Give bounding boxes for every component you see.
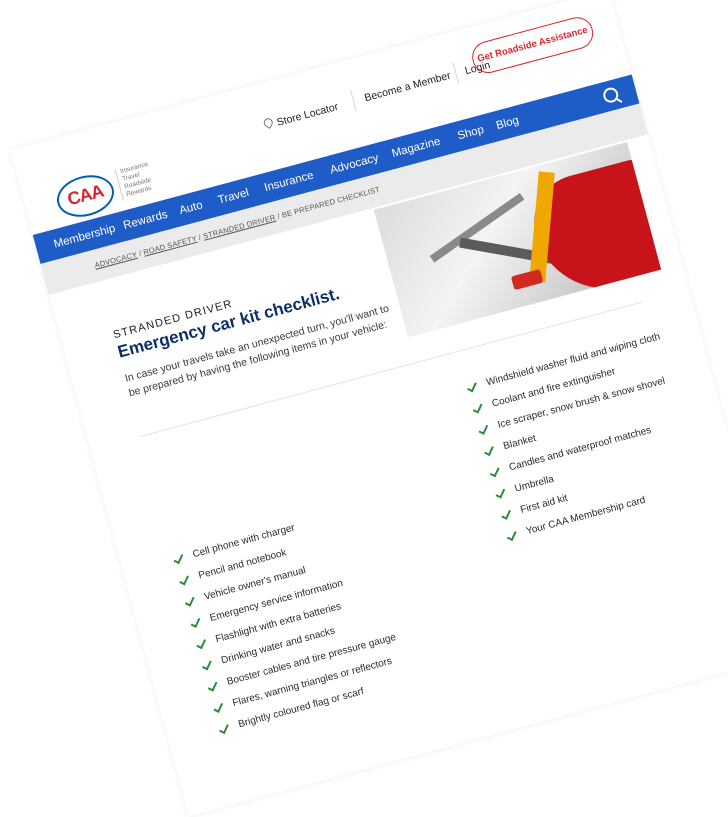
checkmark-icon	[213, 701, 224, 713]
nav-item-magazine[interactable]: Magazine	[391, 136, 442, 160]
store-locator-link[interactable]: Store Locator	[262, 100, 340, 132]
checkmark-icon	[196, 637, 207, 650]
search-icon[interactable]	[601, 85, 620, 105]
nav-item-blog[interactable]: Blog	[495, 115, 520, 133]
checkmark-icon	[467, 380, 477, 393]
logo-tagline: Insurance Travel Roadside Rewards	[114, 160, 156, 201]
nav-item-shop[interactable]: Shop	[456, 124, 485, 143]
checklist-left: Cell phone with charger Pencil and noteb…	[172, 503, 411, 745]
breadcrumb-link-advocacy[interactable]: ADVOCACY	[94, 250, 138, 270]
checkmark-icon	[478, 423, 489, 435]
checkmark-icon	[207, 680, 218, 692]
nav-item-auto[interactable]: Auto	[178, 199, 204, 217]
utility-divider	[452, 62, 460, 84]
page: Store Locator Become a Member Login Get …	[10, 0, 728, 817]
checkmark-icon	[190, 616, 201, 628]
breadcrumb-link-road-safety[interactable]: ROAD SAFETY	[142, 234, 197, 257]
checkmark-icon	[173, 552, 184, 565]
nav-item-insurance[interactable]: Insurance	[263, 170, 315, 195]
get-roadside-assistance-button[interactable]: Get Roadside Assistance	[468, 13, 597, 77]
store-locator-label: Store Locator	[275, 100, 340, 129]
checkmark-icon	[495, 486, 506, 499]
become-member-link[interactable]: Become a Member	[363, 70, 452, 105]
checkmark-icon	[219, 722, 229, 735]
nav-item-rewards[interactable]: Rewards	[122, 209, 169, 232]
checkmark-icon	[202, 658, 212, 671]
checkmark-icon	[472, 401, 483, 414]
hero-clip-shape	[510, 268, 544, 291]
checklist-right: Windshield washer fluid and wiping cloth…	[466, 330, 704, 552]
utility-divider	[350, 89, 357, 112]
checkmark-icon	[184, 595, 195, 607]
breadcrumb-link-stranded-driver[interactable]: STRANDED DRIVER	[202, 213, 276, 241]
checkmark-icon	[489, 465, 500, 478]
checkmark-icon	[506, 529, 517, 542]
checkmark-icon	[501, 508, 511, 520]
checkmark-icon	[484, 444, 494, 457]
map-pin-icon	[262, 116, 275, 129]
checkmark-icon	[179, 573, 189, 586]
nav-item-travel[interactable]: Travel	[217, 187, 251, 207]
nav-item-advocacy[interactable]: Advocacy	[329, 152, 380, 176]
